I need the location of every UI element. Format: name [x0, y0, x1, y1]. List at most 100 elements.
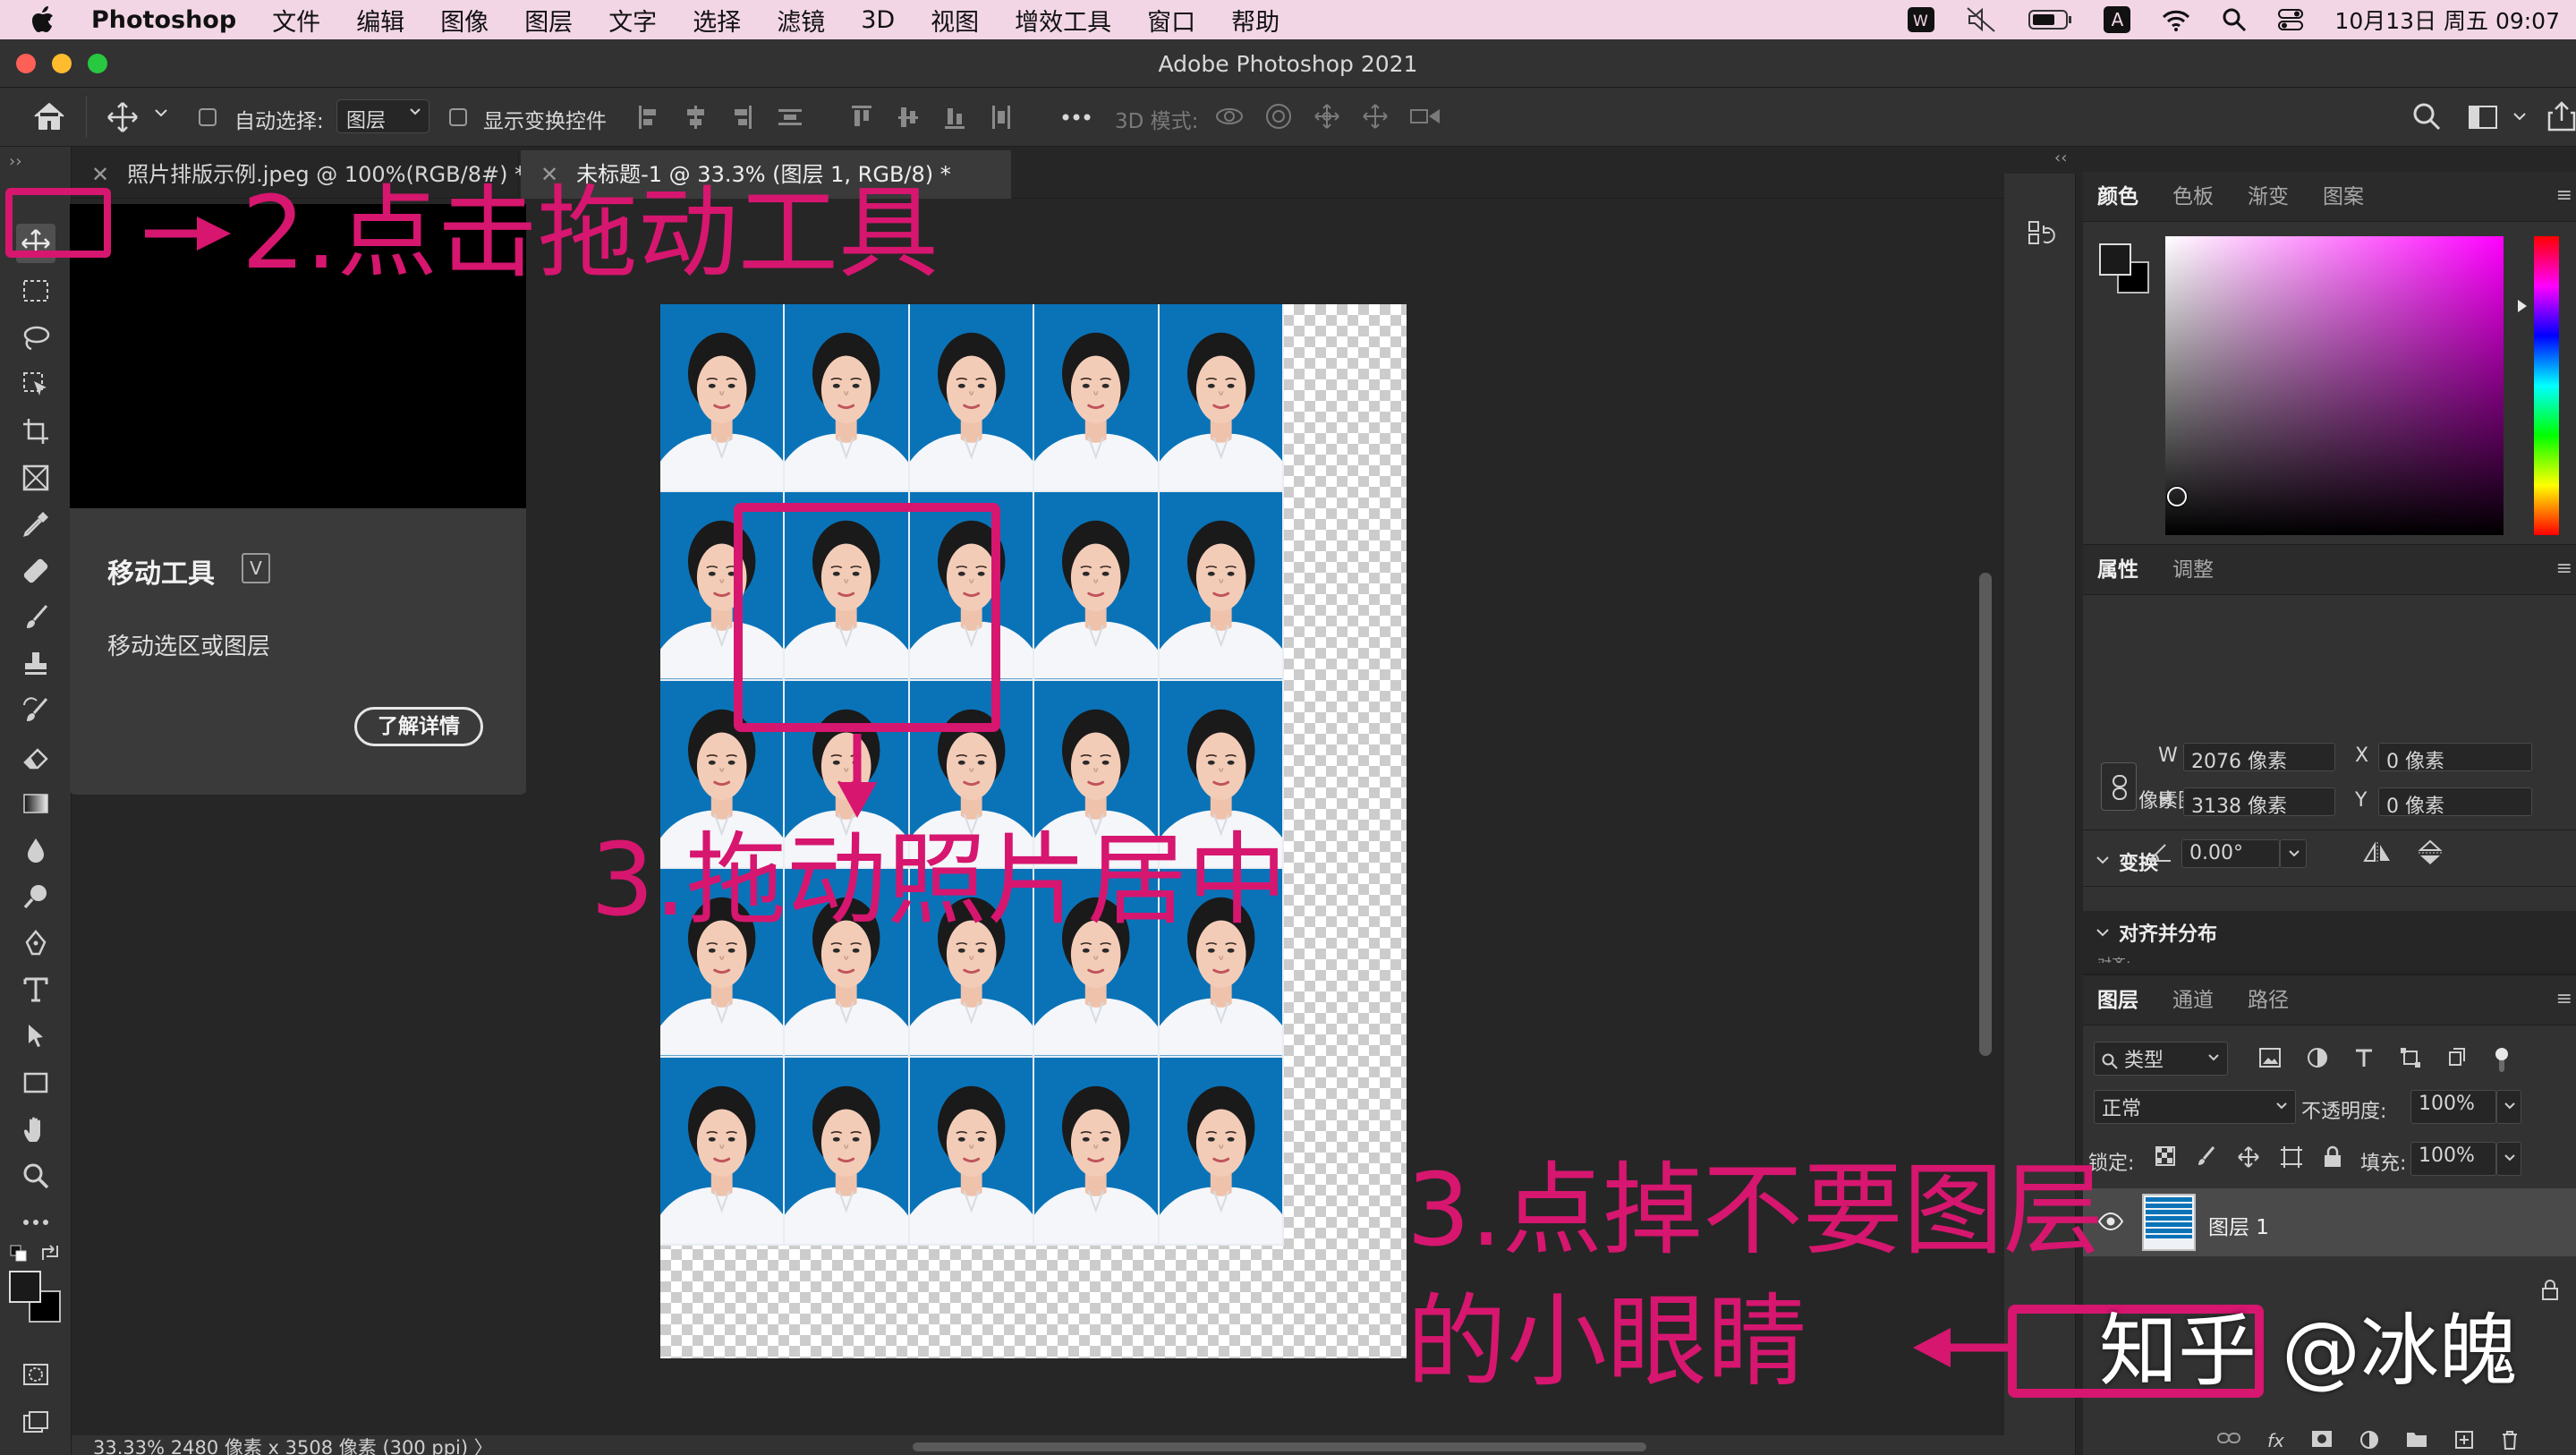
- zoom-tool-icon[interactable]: [16, 1156, 55, 1195]
- tab-adjustments[interactable]: 调整: [2172, 545, 2214, 595]
- angle-dropdown[interactable]: [2280, 839, 2307, 868]
- layer-row-layer-1[interactable]: 图层 1: [2083, 1188, 2576, 1256]
- eyedropper-tool-icon[interactable]: [16, 505, 55, 544]
- distribute-vertical-icon[interactable]: [777, 104, 803, 131]
- fill-dropdown[interactable]: [2496, 1142, 2521, 1176]
- new-layer-icon[interactable]: [2454, 1430, 2474, 1451]
- x-position-field[interactable]: 0 像素: [2378, 743, 2532, 773]
- align-right-edges-icon[interactable]: [730, 104, 753, 131]
- filter-adjustment-icon[interactable]: [2307, 1047, 2328, 1074]
- foreground-color-swatch[interactable]: [2099, 243, 2131, 276]
- filter-smart-object-icon[interactable]: [2446, 1047, 2468, 1074]
- hand-tool-icon[interactable]: [16, 1110, 55, 1149]
- width-field[interactable]: 2076 像素: [2183, 743, 2335, 773]
- hue-slider[interactable]: [2534, 236, 2559, 535]
- tab-paths[interactable]: 路径: [2248, 975, 2289, 1025]
- tab-channels[interactable]: 通道: [2172, 975, 2214, 1025]
- opacity-field[interactable]: 100%: [2410, 1090, 2496, 1124]
- chevron-down-icon[interactable]: [2096, 927, 2110, 938]
- path-select-tool-icon[interactable]: [16, 1017, 55, 1056]
- hue-slider-handle-icon[interactable]: [2516, 299, 2529, 313]
- menu-app-photoshop[interactable]: Photoshop: [73, 6, 254, 34]
- fill-field[interactable]: 100%: [2410, 1142, 2496, 1176]
- frame-tool-icon[interactable]: [16, 458, 55, 498]
- crop-tool-icon[interactable]: [16, 412, 55, 451]
- auto-select-target-dropdown[interactable]: 图层: [336, 99, 429, 133]
- flip-vertical-icon[interactable]: [2418, 839, 2443, 866]
- color-picker-field[interactable]: [2165, 236, 2504, 535]
- wps-icon[interactable]: W: [1907, 6, 1935, 33]
- tab-layers[interactable]: 图层: [2097, 975, 2138, 1025]
- learn-more-button[interactable]: 了解详情: [354, 707, 483, 746]
- lock-all-icon[interactable]: [2323, 1145, 2342, 1169]
- y-position-field[interactable]: 0 像素: [2378, 787, 2532, 818]
- workspace-icon[interactable]: [2468, 104, 2498, 131]
- 3d-scale-icon[interactable]: [1408, 102, 1444, 131]
- menu-image[interactable]: 图像: [422, 3, 506, 38]
- menu-edit[interactable]: 编辑: [338, 3, 422, 38]
- menu-file[interactable]: 文件: [254, 3, 338, 38]
- lock-image-icon[interactable]: [2196, 1145, 2217, 1169]
- height-field[interactable]: 3138 像素: [2183, 787, 2335, 818]
- panel-menu-icon[interactable]: ≡: [2556, 988, 2572, 1010]
- filter-type-icon[interactable]: [2353, 1047, 2375, 1074]
- color-swatches[interactable]: [9, 1271, 61, 1323]
- link-dimensions-button[interactable]: [2101, 762, 2137, 811]
- spotlight-search-icon[interactable]: [2222, 7, 2247, 32]
- tab-patterns[interactable]: 图案: [2323, 172, 2364, 222]
- link-layers-icon[interactable]: [2217, 1430, 2240, 1451]
- show-transform-checkbox[interactable]: [449, 108, 467, 126]
- canvas-vertical-scrollbar[interactable]: [1979, 573, 1992, 1056]
- control-center-icon[interactable]: [2277, 7, 2304, 32]
- rectangle-tool-icon[interactable]: [16, 1063, 55, 1102]
- swap-colors-icon[interactable]: [39, 1242, 61, 1264]
- menu-window[interactable]: 窗口: [1129, 3, 1213, 38]
- battery-icon[interactable]: [2028, 8, 2073, 31]
- align-top-edges-icon[interactable]: [850, 104, 873, 131]
- menu-select[interactable]: 选择: [675, 3, 759, 38]
- chevron-down-icon[interactable]: [2512, 111, 2527, 122]
- menu-layer[interactable]: 图层: [506, 3, 591, 38]
- filter-shape-icon[interactable]: [2400, 1047, 2421, 1074]
- menu-view[interactable]: 视图: [913, 3, 997, 38]
- menu-plugins[interactable]: 增效工具: [997, 3, 1129, 38]
- input-source-badge[interactable]: A: [2104, 6, 2131, 33]
- more-options-icon[interactable]: [1061, 104, 1092, 131]
- tab-properties[interactable]: 属性: [2097, 545, 2138, 595]
- share-icon[interactable]: [2546, 100, 2576, 132]
- object-select-tool-icon[interactable]: [16, 365, 55, 404]
- panel-color-swatches[interactable]: [2099, 243, 2151, 295]
- new-adjustment-layer-icon[interactable]: [2359, 1430, 2379, 1451]
- 3d-orbit-icon[interactable]: [1213, 102, 1245, 131]
- auto-select-checkbox[interactable]: [199, 108, 217, 126]
- new-group-icon[interactable]: [2406, 1430, 2427, 1451]
- home-icon[interactable]: [32, 100, 66, 132]
- menu-help[interactable]: 帮助: [1213, 3, 1297, 38]
- color-picker-cursor[interactable]: [2167, 487, 2187, 506]
- lasso-tool-icon[interactable]: [16, 319, 55, 358]
- blend-mode-dropdown[interactable]: 正常: [2094, 1090, 2296, 1124]
- default-colors-icon[interactable]: [9, 1244, 29, 1264]
- healing-brush-tool-icon[interactable]: [16, 551, 55, 591]
- align-vertical-centers-icon[interactable]: [897, 104, 920, 131]
- panel-menu-icon[interactable]: ≡: [2556, 184, 2572, 207]
- layer-style-fx-icon[interactable]: fx: [2267, 1430, 2284, 1451]
- tab-gradients[interactable]: 渐变: [2248, 172, 2289, 222]
- wifi-icon[interactable]: [2161, 7, 2191, 32]
- pen-tool-icon[interactable]: [16, 923, 55, 963]
- clock[interactable]: 10月13日 周五 09:07: [2334, 4, 2560, 36]
- edit-toolbar-icon[interactable]: [16, 1203, 55, 1242]
- angle-field[interactable]: 0.00°: [2181, 839, 2280, 868]
- delete-layer-icon[interactable]: [2501, 1430, 2519, 1451]
- distribute-horizontal-icon[interactable]: [990, 104, 1013, 131]
- menu-filter[interactable]: 滤镜: [759, 3, 843, 38]
- chevron-down-icon[interactable]: [2096, 855, 2110, 865]
- history-panel-icon[interactable]: [2028, 220, 2056, 251]
- foreground-color-swatch[interactable]: [9, 1271, 41, 1303]
- marquee-tool-icon[interactable]: [16, 272, 55, 311]
- chevron-down-icon[interactable]: [154, 107, 168, 118]
- close-tab-icon[interactable]: ✕: [91, 162, 109, 187]
- mute-icon[interactable]: [1966, 6, 1998, 33]
- type-tool-icon[interactable]: [16, 970, 55, 1009]
- lock-transparent-icon[interactable]: [2155, 1145, 2176, 1169]
